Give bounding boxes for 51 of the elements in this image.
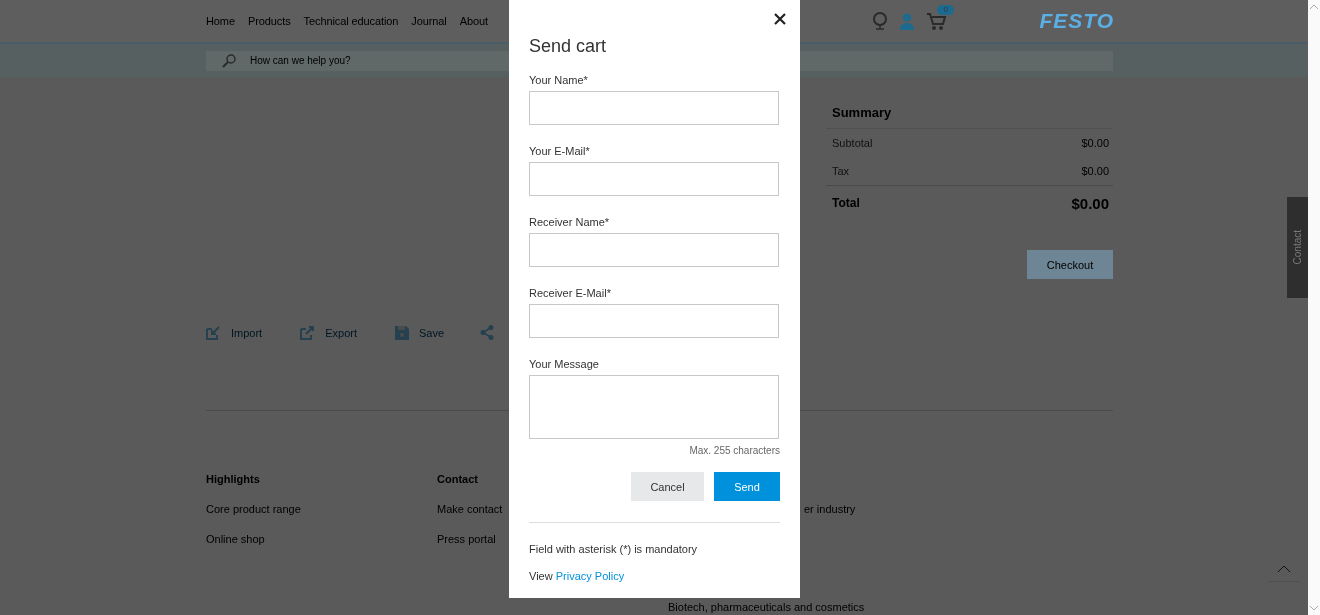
input-field[interactable] <box>529 91 779 125</box>
search-icon <box>222 53 236 68</box>
nav-link[interactable]: Journal <box>411 15 447 28</box>
import-icon <box>206 325 221 340</box>
close-button[interactable] <box>773 12 787 26</box>
footer-link[interactable]: Online shop <box>206 533 437 547</box>
contact-tab[interactable]: Contact <box>1287 197 1308 298</box>
send-button[interactable]: Send <box>714 472 780 501</box>
export-icon <box>300 325 316 340</box>
chevron-up-icon <box>1278 565 1290 572</box>
mandatory-note: Field with asterisk (*) is mandatory <box>529 543 699 555</box>
nav-link[interactable]: Products <box>247 15 291 28</box>
summary-value: $0.00 <box>1081 137 1109 150</box>
summary-label: Subtotal <box>832 137 873 150</box>
nav-link[interactable]: About <box>459 15 488 28</box>
checkout-button[interactable]: Checkout <box>1027 250 1113 280</box>
footer-link[interactable]: Biotech, pharmaceuticals and cosmetics <box>668 601 899 615</box>
cart-icon[interactable] <box>927 13 948 32</box>
character-limit-hint: Max. 255 characters <box>688 445 780 456</box>
field-label: Receiver E-Mail* <box>529 287 612 299</box>
field-label: Receiver Name* <box>529 216 611 228</box>
nav-link[interactable]: Technical education <box>303 15 399 28</box>
dialog-title: Send cart <box>529 36 608 57</box>
footer-link[interactable]: er industry <box>804 503 899 517</box>
privacy-policy-link[interactable]: Privacy Policy <box>555 570 625 582</box>
scroll-down-icon[interactable] <box>1310 606 1318 611</box>
globe-icon[interactable] <box>873 12 888 31</box>
summary-value: $0.00 <box>1081 165 1109 178</box>
cancel-button[interactable]: Cancel <box>631 472 704 501</box>
input-field[interactable] <box>529 233 779 267</box>
summary-label: Total <box>832 196 860 211</box>
save-link[interactable]: Save <box>395 325 445 340</box>
import-link[interactable]: Import <box>206 325 263 340</box>
field-label: Your Name* <box>529 74 589 86</box>
summary-label: Tax <box>832 165 850 178</box>
scroll-up-icon[interactable] <box>1310 4 1318 9</box>
nav-link[interactable]: Home <box>206 15 235 28</box>
field-label: Your E-Mail* <box>529 145 591 157</box>
share-icon[interactable] <box>480 325 495 340</box>
input-field[interactable] <box>529 162 779 196</box>
user-icon[interactable] <box>899 12 916 30</box>
footer-heading: Highlights <box>206 473 261 487</box>
export-link[interactable]: Export <box>300 325 357 340</box>
summary-title: Summary <box>826 105 1113 130</box>
summary-value: $0.00 <box>1071 194 1109 212</box>
input-field[interactable] <box>529 304 779 338</box>
field-label: Your Message <box>529 358 600 370</box>
privacy-text: View Privacy Policy <box>529 570 626 582</box>
logo[interactable]: FESTO <box>1039 9 1114 34</box>
footer-link[interactable]: Core product range <box>206 503 437 517</box>
message-field[interactable] <box>529 375 779 439</box>
